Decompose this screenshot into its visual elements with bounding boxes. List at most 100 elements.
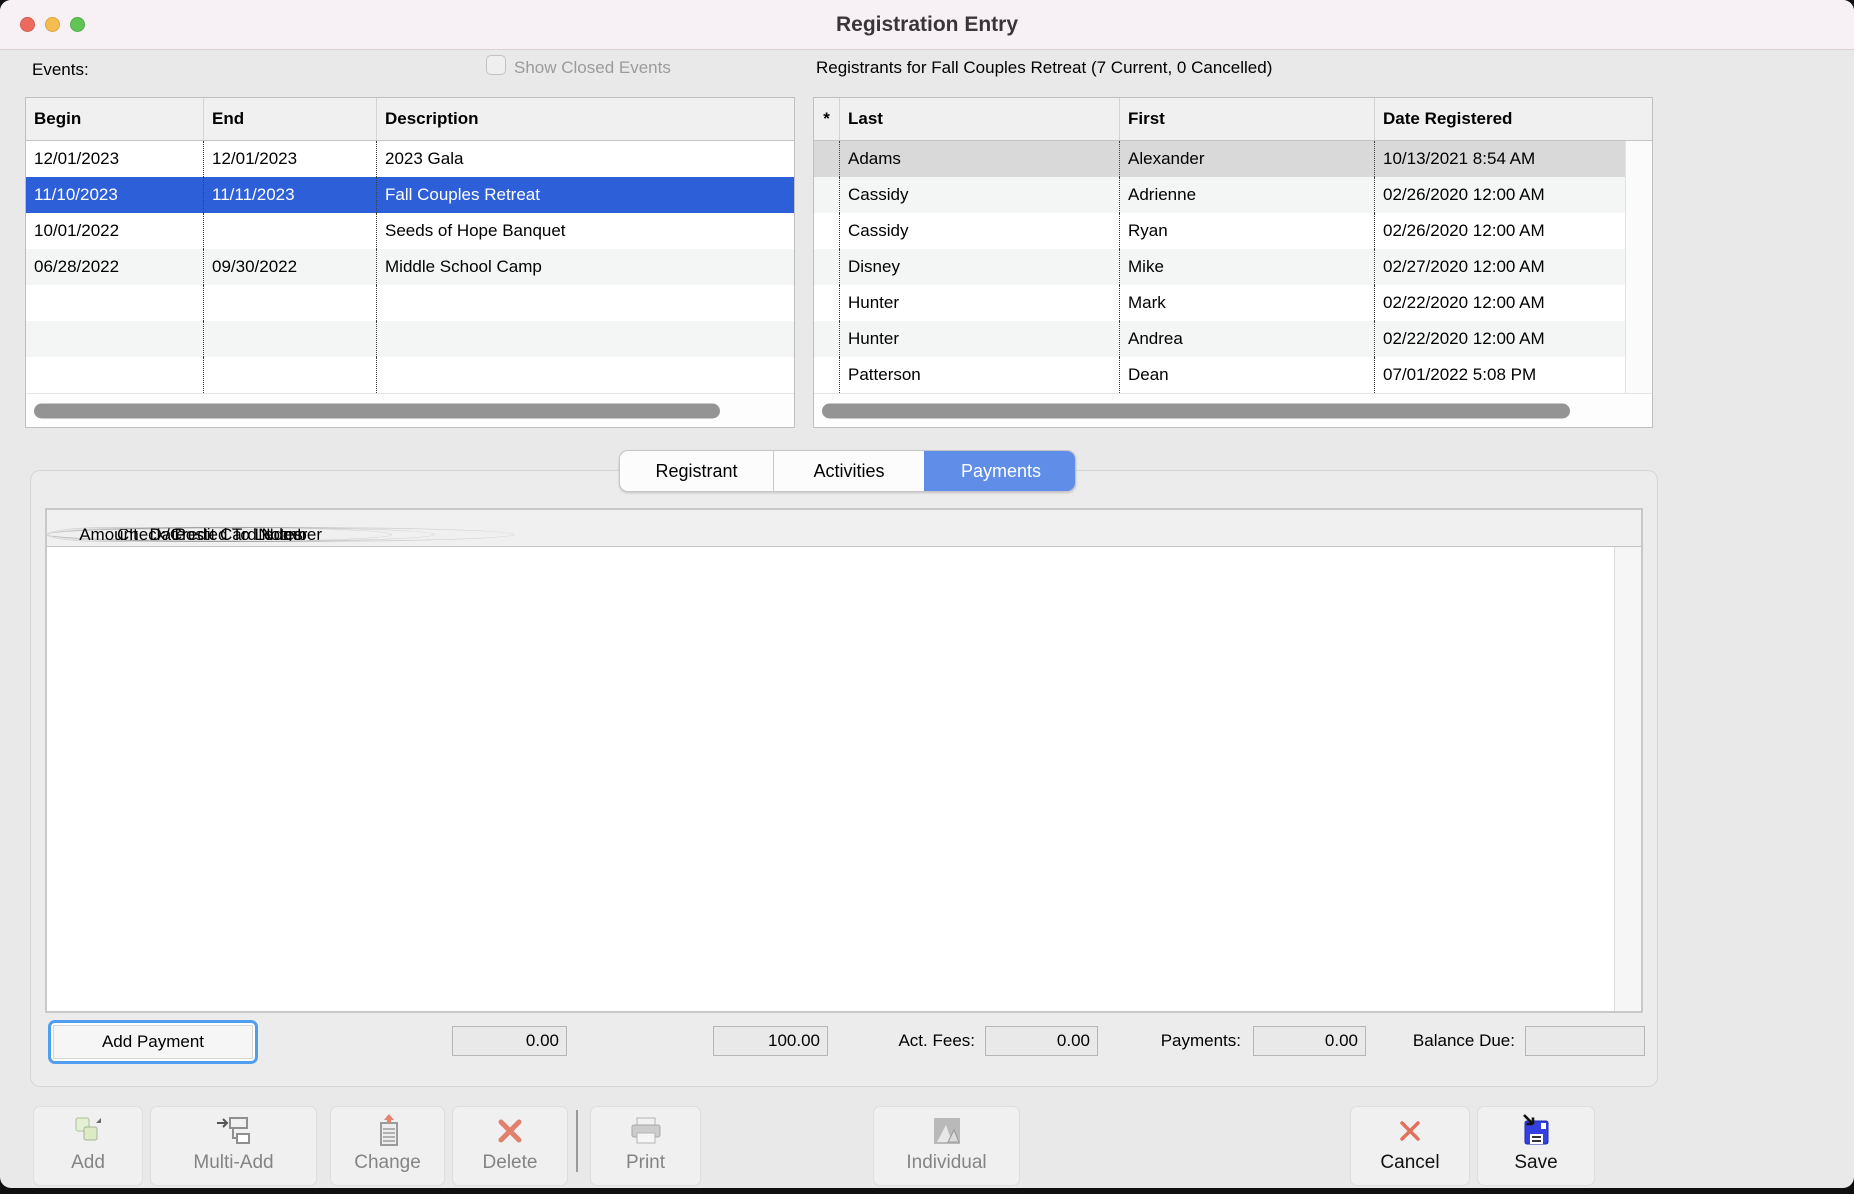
titlebar: Registration Entry (0, 0, 1854, 50)
table-cell: 10/01/2022 (26, 213, 203, 249)
printer-icon (591, 1107, 700, 1151)
individual-photo-icon (874, 1107, 1019, 1151)
add-icon (34, 1107, 142, 1151)
table-cell (814, 321, 839, 357)
print-button[interactable]: Print (590, 1106, 701, 1186)
table-cell (814, 177, 839, 213)
table-cell (814, 249, 839, 285)
table-cell (203, 357, 376, 393)
save-button[interactable]: Save (1477, 1106, 1595, 1186)
table-cell: Adrienne (1119, 177, 1374, 213)
registrants-hscrollbar[interactable] (814, 393, 1652, 427)
registrants-table: *LastFirstDate Registered AdamsAlexander… (813, 97, 1653, 428)
payments-total-label: Payments: (1095, 1026, 1241, 1056)
table-row[interactable]: CassidyRyan02/26/2020 12:00 AM (814, 213, 1652, 249)
table-cell: 02/27/2020 12:00 AM (1374, 249, 1625, 285)
table-row[interactable]: 10/01/2022Seeds of Hope Banquet (26, 213, 794, 249)
table-cell: 02/26/2020 12:00 AM (1374, 213, 1625, 249)
payment-amount-field[interactable]: 0.00 (452, 1026, 567, 1056)
individual-button[interactable]: Individual (873, 1106, 1020, 1186)
column-header[interactable]: First (1119, 98, 1374, 140)
table-row[interactable]: 06/28/202209/30/2022Middle School Camp (26, 249, 794, 285)
table-row[interactable]: HunterAndrea02/22/2020 12:00 AM (814, 321, 1652, 357)
table-cell: Patterson (839, 357, 1119, 393)
cancel-button[interactable]: Cancel (1350, 1106, 1470, 1186)
act-fees-label: Act. Fees: (830, 1026, 975, 1056)
events-table-rows: 12/01/202312/01/20232023 Gala11/10/20231… (26, 141, 794, 393)
table-cell: Alexander (1119, 141, 1374, 177)
registrants-table-rows: AdamsAlexander10/13/2021 8:54 AMCassidyA… (814, 141, 1652, 393)
events-table: BeginEndDescription 12/01/202312/01/2023… (25, 97, 795, 428)
table-cell: 02/22/2020 12:00 AM (1374, 285, 1625, 321)
tab-payments[interactable]: Payments (924, 451, 1076, 491)
table-row[interactable] (26, 357, 794, 393)
multi-add-icon (151, 1107, 316, 1151)
column-header[interactable]: Begin (26, 98, 203, 140)
payment-total-field[interactable]: 100.00 (713, 1026, 828, 1056)
table-cell (814, 141, 839, 177)
events-label: Events: (32, 60, 89, 80)
change-button[interactable]: Change (330, 1106, 445, 1186)
column-header[interactable]: End (203, 98, 376, 140)
table-cell: Mark (1119, 285, 1374, 321)
table-cell: 10/13/2021 8:54 AM (1374, 141, 1625, 177)
payments-total-field[interactable]: 0.00 (1253, 1026, 1366, 1056)
multi-add-button[interactable]: Multi-Add (150, 1106, 317, 1186)
registration-entry-window: Registration Entry Events: Show Closed E… (0, 0, 1854, 1188)
table-row[interactable]: 11/10/202311/11/2023Fall Couples Retreat (26, 177, 794, 213)
table-cell (26, 321, 203, 357)
show-closed-events-checkbox[interactable] (486, 55, 506, 75)
act-fees-field[interactable]: 0.00 (985, 1026, 1098, 1056)
table-cell (814, 213, 839, 249)
table-cell: 12/01/2023 (26, 141, 203, 177)
show-closed-events-label: Show Closed Events (514, 58, 671, 78)
table-cell: 12/01/2023 (203, 141, 376, 177)
registrants-vscrollbar[interactable] (1625, 141, 1652, 393)
table-row[interactable]: HunterMark02/22/2020 12:00 AM (814, 285, 1652, 321)
add-button[interactable]: Add (33, 1106, 143, 1186)
table-cell: 11/11/2023 (203, 177, 376, 213)
column-header[interactable]: Description (376, 98, 794, 140)
registrants-table-header: *LastFirstDate Registered (814, 98, 1652, 141)
table-row[interactable]: DisneyMike02/27/2020 12:00 AM (814, 249, 1652, 285)
cancel-x-icon (1351, 1107, 1469, 1151)
table-row[interactable] (26, 285, 794, 321)
tab-registrant[interactable]: Registrant (620, 451, 773, 491)
table-cell: Cassidy (839, 213, 1119, 249)
table-cell (26, 357, 203, 393)
table-row[interactable]: CassidyAdrienne02/26/2020 12:00 AM (814, 177, 1652, 213)
table-cell: 09/30/2022 (203, 249, 376, 285)
table-cell: 11/10/2023 (26, 177, 203, 213)
table-cell: 2023 Gala (376, 141, 794, 177)
column-header[interactable]: Date Registered (1374, 98, 1625, 140)
table-cell (814, 285, 839, 321)
events-hscroll-thumb[interactable] (34, 403, 720, 418)
events-hscrollbar[interactable] (26, 393, 794, 427)
tab-bar: Registrant Activities Payments (619, 450, 1076, 492)
delete-x-icon (453, 1107, 567, 1151)
table-cell: 02/26/2020 12:00 AM (1374, 177, 1625, 213)
registrants-hscroll-thumb[interactable] (822, 403, 1570, 418)
tab-activities[interactable]: Activities (773, 451, 924, 491)
table-cell: 06/28/2022 (26, 249, 203, 285)
balance-due-label: Balance Due: (1362, 1026, 1515, 1056)
table-row[interactable] (26, 321, 794, 357)
balance-due-field[interactable] (1525, 1026, 1645, 1056)
change-icon (331, 1107, 444, 1151)
delete-button[interactable]: Delete (452, 1106, 568, 1186)
column-header[interactable]: * (814, 98, 839, 140)
column-header[interactable]: Last (839, 98, 1119, 140)
table-row[interactable]: 12/01/202312/01/20232023 Gala (26, 141, 794, 177)
table-cell: 07/01/2022 5:08 PM (1374, 357, 1625, 393)
table-cell: Middle School Camp (376, 249, 794, 285)
payments-vscrollbar[interactable] (1614, 547, 1641, 1011)
add-payment-button[interactable]: Add Payment (53, 1025, 253, 1059)
table-cell: Adams (839, 141, 1119, 177)
table-cell: Ryan (1119, 213, 1374, 249)
table-row[interactable]: AdamsAlexander10/13/2021 8:54 AM (814, 141, 1652, 177)
table-row[interactable]: PattersonDean07/01/2022 5:08 PM (814, 357, 1652, 393)
window-title: Registration Entry (0, 0, 1854, 50)
table-cell: Dean (1119, 357, 1374, 393)
column-header[interactable]: Posted To Ledger (47, 527, 435, 542)
events-table-header: BeginEndDescription (26, 98, 794, 141)
